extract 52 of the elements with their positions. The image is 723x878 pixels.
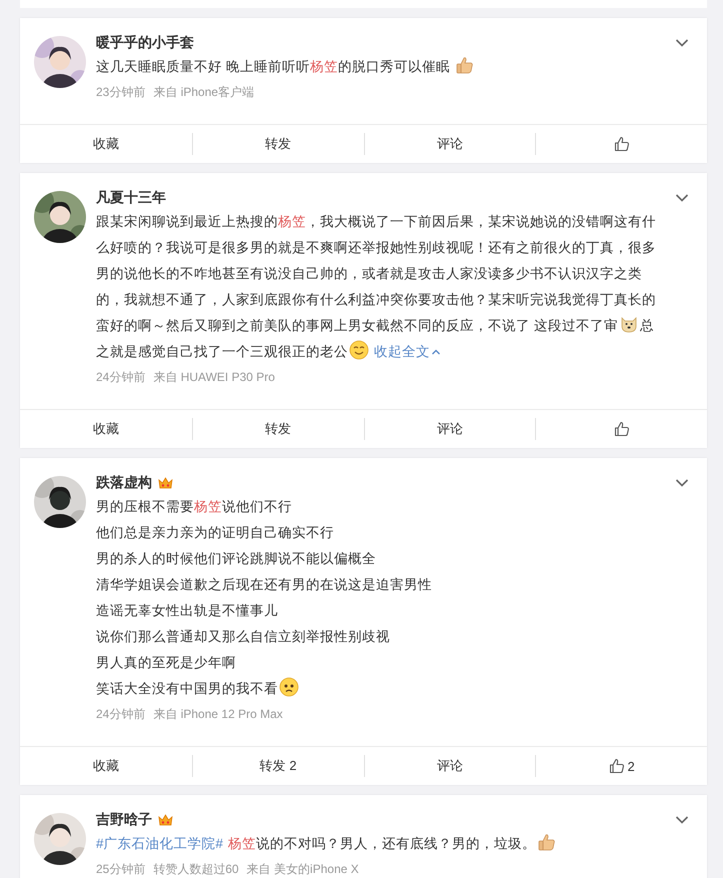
chevron-down-icon[interactable] <box>675 193 689 203</box>
user-name[interactable]: 吉野晗子 <box>96 811 152 829</box>
thumbs-up-emoji-icon <box>537 832 558 852</box>
smile-emoji-icon <box>349 340 369 360</box>
sad-emoji-icon <box>279 677 299 697</box>
post-text: 男人真的至死是少年啊 <box>96 654 237 672</box>
user-name[interactable]: 跌落虚构 <box>96 474 152 492</box>
user-name[interactable]: 凡夏十三年 <box>96 189 166 207</box>
like-icon <box>608 758 624 774</box>
action-button[interactable]: 转发 <box>192 418 364 440</box>
action-button[interactable]: 评论 <box>364 418 536 440</box>
post-meta: 来自 美女的iPhone X <box>246 861 359 877</box>
post-text: #广东石油化工学院# 杨笠说的不对吗？男人，还有底线？男的，垃圾。 <box>96 831 658 857</box>
post-text: 说你们那么普通却又那么自信立刻举报性别歧视 <box>96 628 391 646</box>
thumbs-up-emoji-icon <box>454 55 475 75</box>
mention-link[interactable]: 杨笠 <box>310 59 338 74</box>
post-text: 笑话大全没有中国男的我不看 <box>96 676 658 702</box>
post-meta: 转赞人数超过60 <box>153 861 239 877</box>
post-text: 男的杀人的时候他们评论跳脚说不能以偏概全 <box>96 550 377 568</box>
post-meta: 来自 iPhone 12 Pro Max <box>153 706 283 722</box>
post-meta: 来自 iPhone客户端 <box>153 84 254 100</box>
action-button[interactable]: 评论 <box>364 755 536 777</box>
action-button[interactable]: 评论 <box>364 133 536 155</box>
chevron-down-icon[interactable] <box>675 38 689 48</box>
chevron-down-icon[interactable] <box>675 815 689 825</box>
user-name[interactable]: 暖乎乎的小手套 <box>96 34 194 52</box>
post-text: 造谣无辜女性出轨是不懂事儿 <box>96 602 279 620</box>
like-icon <box>614 421 630 437</box>
action-button[interactable]: 收藏 <box>20 133 192 155</box>
mention-link[interactable]: 杨笠 <box>194 499 222 514</box>
post-meta: 24分钟前 <box>96 369 146 385</box>
post-meta: 25分钟前 <box>96 861 146 877</box>
mention-link[interactable]: 杨笠 <box>228 836 256 851</box>
post-meta: 24分钟前 <box>96 706 146 722</box>
action-button[interactable]: 收藏 <box>20 418 192 440</box>
like-button[interactable]: 2 <box>535 755 707 777</box>
post-text: 这几天睡眠质量不好 晚上睡前听听杨笠的脱口秀可以催眠 <box>96 54 658 80</box>
action-button[interactable]: 收藏 <box>20 755 192 777</box>
chevron-down-icon[interactable] <box>675 478 689 488</box>
mention-link[interactable]: 杨笠 <box>278 214 306 229</box>
hashtag-link[interactable]: #广东石油化工学院# <box>96 836 224 851</box>
action-button[interactable]: 转发 2 <box>192 755 364 777</box>
like-icon <box>614 136 630 152</box>
dog-emoji-icon <box>618 314 639 334</box>
post-text: 他们总是亲力亲为的证明自己确实不行 <box>96 524 335 542</box>
collapse-link[interactable]: 收起全文 <box>374 344 441 359</box>
post-text: 清华学姐误会道歉之后现在还有男的在说这是迫害男性 <box>96 576 433 594</box>
post-text: 男的压根不需要杨笠说他们不行 <box>96 498 293 516</box>
post-meta: 23分钟前 <box>96 84 146 100</box>
action-button[interactable]: 转发 <box>192 133 364 155</box>
post-meta: 来自 HUAWEI P30 Pro <box>153 369 275 385</box>
post-text: 跟某宋闲聊说到最近上热搜的杨笠，我大概说了一下前因后果，某宋说她说的没错啊这有什么好喷的？我说可是很多男的就是不爽啊还举报她性别歧视呢！还有之前很火的丁真，很多男的说他长的不咋地甚至有说没自己帅的，或者就是攻击人家没读多少书不认识汉字之类的，我就想不通了，人家到底跟你有什么利益冲突你要攻击他？某宋听完说我觉得丁真长的蛮好的啊～然后又聊到之前美队的事网上男女截然不同的反应，不说了 这段过不了审 总之就是感觉自己找了一个三观很正的老公 收起全文 <box>96 213 657 362</box>
